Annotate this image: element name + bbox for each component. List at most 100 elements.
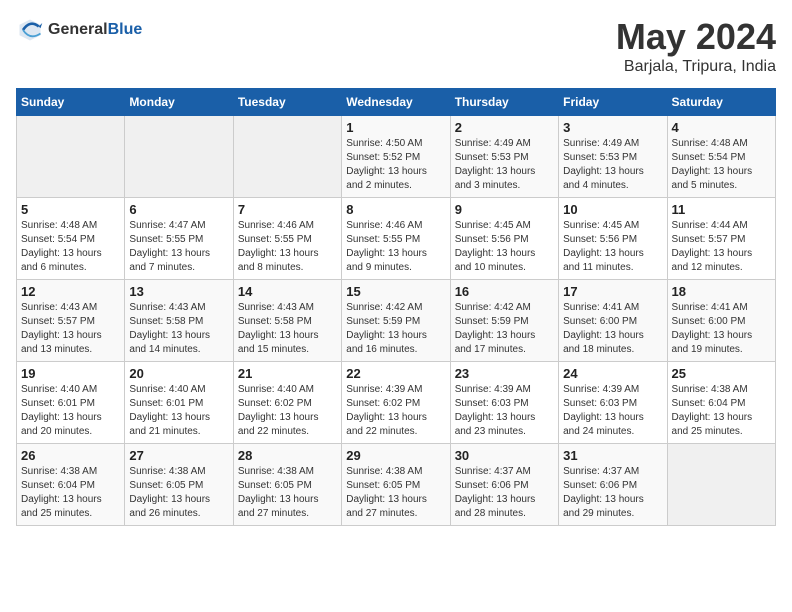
day-number: 14: [238, 284, 337, 299]
calendar-week-5: 26 Sunrise: 4:38 AMSunset: 6:04 PMDayligh…: [17, 444, 776, 526]
day-number: 6: [129, 202, 228, 217]
day-info: Sunrise: 4:39 AMSunset: 6:03 PMDaylight:…: [563, 383, 662, 439]
calendar-cell: [125, 116, 233, 198]
day-info: Sunrise: 4:40 AMSunset: 6:01 PMDaylight:…: [21, 383, 120, 439]
day-number: 10: [563, 202, 662, 217]
calendar-cell: 12 Sunrise: 4:43 AMSunset: 5:57 PMDayligh…: [17, 280, 125, 362]
calendar-cell: 18 Sunrise: 4:41 AMSunset: 6:00 PMDayligh…: [667, 280, 775, 362]
calendar-cell: 26 Sunrise: 4:38 AMSunset: 6:04 PMDayligh…: [17, 444, 125, 526]
day-info: Sunrise: 4:37 AMSunset: 6:06 PMDaylight:…: [455, 465, 554, 521]
day-number: 11: [672, 202, 771, 217]
day-info: Sunrise: 4:47 AMSunset: 5:55 PMDaylight:…: [129, 219, 228, 275]
calendar-cell: 4Sunrise: 4:48 AMSunset: 5:54 PMDaylight…: [667, 116, 775, 198]
header-sunday: Sunday: [17, 89, 125, 116]
calendar-cell: 22 Sunrise: 4:39 AMSunset: 6:02 PMDayligh…: [342, 362, 450, 444]
day-info: Sunrise: 4:41 AMSunset: 6:00 PMDaylight:…: [672, 301, 771, 357]
day-info: Sunrise: 4:42 AMSunset: 5:59 PMDaylight:…: [455, 301, 554, 357]
header: GeneralBlue May 2024 Barjala, Tripura, I…: [16, 16, 776, 76]
day-number: 5: [21, 202, 120, 217]
day-info: Sunrise: 4:40 AMSunset: 6:02 PMDaylight:…: [238, 383, 337, 439]
day-number: 21: [238, 366, 337, 381]
day-number: 8: [346, 202, 445, 217]
day-number: 7: [238, 202, 337, 217]
calendar-cell: 5 Sunrise: 4:48 AMSunset: 5:54 PMDaylight…: [17, 198, 125, 280]
calendar-week-3: 12 Sunrise: 4:43 AMSunset: 5:57 PMDayligh…: [17, 280, 776, 362]
calendar-cell: 30 Sunrise: 4:37 AMSunset: 6:06 PMDayligh…: [450, 444, 558, 526]
calendar-cell: [17, 116, 125, 198]
day-info: Sunrise: 4:38 AMSunset: 6:04 PMDaylight:…: [21, 465, 120, 521]
calendar-cell: 28Sunrise: 4:38 AMSunset: 6:05 PMDayligh…: [233, 444, 341, 526]
day-number: 31: [563, 448, 662, 463]
day-number: 18: [672, 284, 771, 299]
title-area: May 2024 Barjala, Tripura, India: [616, 16, 776, 76]
day-info: Sunrise: 4:39 AMSunset: 6:02 PMDaylight:…: [346, 383, 445, 439]
day-info: Sunrise: 4:45 AMSunset: 5:56 PMDaylight:…: [563, 219, 662, 275]
calendar-week-2: 5 Sunrise: 4:48 AMSunset: 5:54 PMDaylight…: [17, 198, 776, 280]
day-info: Sunrise: 4:38 AMSunset: 6:04 PMDaylight:…: [672, 383, 771, 439]
calendar-cell: 13 Sunrise: 4:43 AMSunset: 5:58 PMDayligh…: [125, 280, 233, 362]
calendar-title: May 2024: [616, 16, 776, 58]
header-monday: Monday: [125, 89, 233, 116]
day-number: 13: [129, 284, 228, 299]
day-number: 2: [455, 120, 554, 135]
calendar-cell: 1 Sunrise: 4:50 AMSunset: 5:52 PMDaylight…: [342, 116, 450, 198]
day-number: 24: [563, 366, 662, 381]
day-number: 26: [21, 448, 120, 463]
header-tuesday: Tuesday: [233, 89, 341, 116]
header-friday: Friday: [559, 89, 667, 116]
calendar-cell: 6 Sunrise: 4:47 AMSunset: 5:55 PMDaylight…: [125, 198, 233, 280]
calendar-cell: 9Sunrise: 4:45 AMSunset: 5:56 PMDaylight…: [450, 198, 558, 280]
header-thursday: Thursday: [450, 89, 558, 116]
calendar-cell: 10 Sunrise: 4:45 AMSunset: 5:56 PMDayligh…: [559, 198, 667, 280]
day-number: 25: [672, 366, 771, 381]
calendar-cell: 7 Sunrise: 4:46 AMSunset: 5:55 PMDaylight…: [233, 198, 341, 280]
day-number: 1: [346, 120, 445, 135]
day-info: Sunrise: 4:49 AMSunset: 5:53 PMDaylight:…: [563, 137, 662, 193]
day-info: Sunrise: 4:50 AMSunset: 5:52 PMDaylight:…: [346, 137, 445, 193]
calendar-week-4: 19 Sunrise: 4:40 AMSunset: 6:01 PMDayligh…: [17, 362, 776, 444]
calendar-cell: 17Sunrise: 4:41 AMSunset: 6:00 PMDayligh…: [559, 280, 667, 362]
calendar-header-row: SundayMondayTuesdayWednesdayThursdayFrid…: [17, 89, 776, 116]
calendar-cell: 29 Sunrise: 4:38 AMSunset: 6:05 PMDayligh…: [342, 444, 450, 526]
day-number: 23: [455, 366, 554, 381]
day-number: 22: [346, 366, 445, 381]
calendar-cell: [233, 116, 341, 198]
day-number: 19: [21, 366, 120, 381]
day-info: Sunrise: 4:37 AMSunset: 6:06 PMDaylight:…: [563, 465, 662, 521]
calendar-week-1: 1 Sunrise: 4:50 AMSunset: 5:52 PMDaylight…: [17, 116, 776, 198]
day-number: 12: [21, 284, 120, 299]
calendar-cell: 8Sunrise: 4:46 AMSunset: 5:55 PMDaylight…: [342, 198, 450, 280]
day-info: Sunrise: 4:48 AMSunset: 5:54 PMDaylight:…: [21, 219, 120, 275]
logo-text-blue: Blue: [108, 21, 143, 38]
day-number: 29: [346, 448, 445, 463]
day-info: Sunrise: 4:46 AMSunset: 5:55 PMDaylight:…: [238, 219, 337, 275]
day-number: 30: [455, 448, 554, 463]
calendar-cell: 31 Sunrise: 4:37 AMSunset: 6:06 PMDayligh…: [559, 444, 667, 526]
day-number: 9: [455, 202, 554, 217]
day-number: 16: [455, 284, 554, 299]
logo-icon: [16, 16, 44, 44]
calendar-cell: 2 Sunrise: 4:49 AMSunset: 5:53 PMDaylight…: [450, 116, 558, 198]
day-number: 27: [129, 448, 228, 463]
calendar-subtitle: Barjala, Tripura, India: [616, 58, 776, 76]
day-info: Sunrise: 4:38 AMSunset: 6:05 PMDaylight:…: [129, 465, 228, 521]
calendar-cell: 25 Sunrise: 4:38 AMSunset: 6:04 PMDayligh…: [667, 362, 775, 444]
calendar-cell: 23 Sunrise: 4:39 AMSunset: 6:03 PMDayligh…: [450, 362, 558, 444]
day-info: Sunrise: 4:38 AMSunset: 6:05 PMDaylight:…: [346, 465, 445, 521]
calendar-cell: 20Sunrise: 4:40 AMSunset: 6:01 PMDayligh…: [125, 362, 233, 444]
calendar-cell: [667, 444, 775, 526]
logo-text-general: General: [48, 21, 108, 38]
day-number: 3: [563, 120, 662, 135]
day-info: Sunrise: 4:43 AMSunset: 5:58 PMDaylight:…: [129, 301, 228, 357]
day-info: Sunrise: 4:49 AMSunset: 5:53 PMDaylight:…: [455, 137, 554, 193]
day-info: Sunrise: 4:48 AMSunset: 5:54 PMDaylight:…: [672, 137, 771, 193]
day-info: Sunrise: 4:41 AMSunset: 6:00 PMDaylight:…: [563, 301, 662, 357]
header-saturday: Saturday: [667, 89, 775, 116]
day-info: Sunrise: 4:42 AMSunset: 5:59 PMDaylight:…: [346, 301, 445, 357]
calendar-cell: 11Sunrise: 4:44 AMSunset: 5:57 PMDayligh…: [667, 198, 775, 280]
day-info: Sunrise: 4:43 AMSunset: 5:58 PMDaylight:…: [238, 301, 337, 357]
day-info: Sunrise: 4:39 AMSunset: 6:03 PMDaylight:…: [455, 383, 554, 439]
day-info: Sunrise: 4:43 AMSunset: 5:57 PMDaylight:…: [21, 301, 120, 357]
calendar-table: SundayMondayTuesdayWednesdayThursdayFrid…: [16, 88, 776, 526]
calendar-cell: 27 Sunrise: 4:38 AMSunset: 6:05 PMDayligh…: [125, 444, 233, 526]
